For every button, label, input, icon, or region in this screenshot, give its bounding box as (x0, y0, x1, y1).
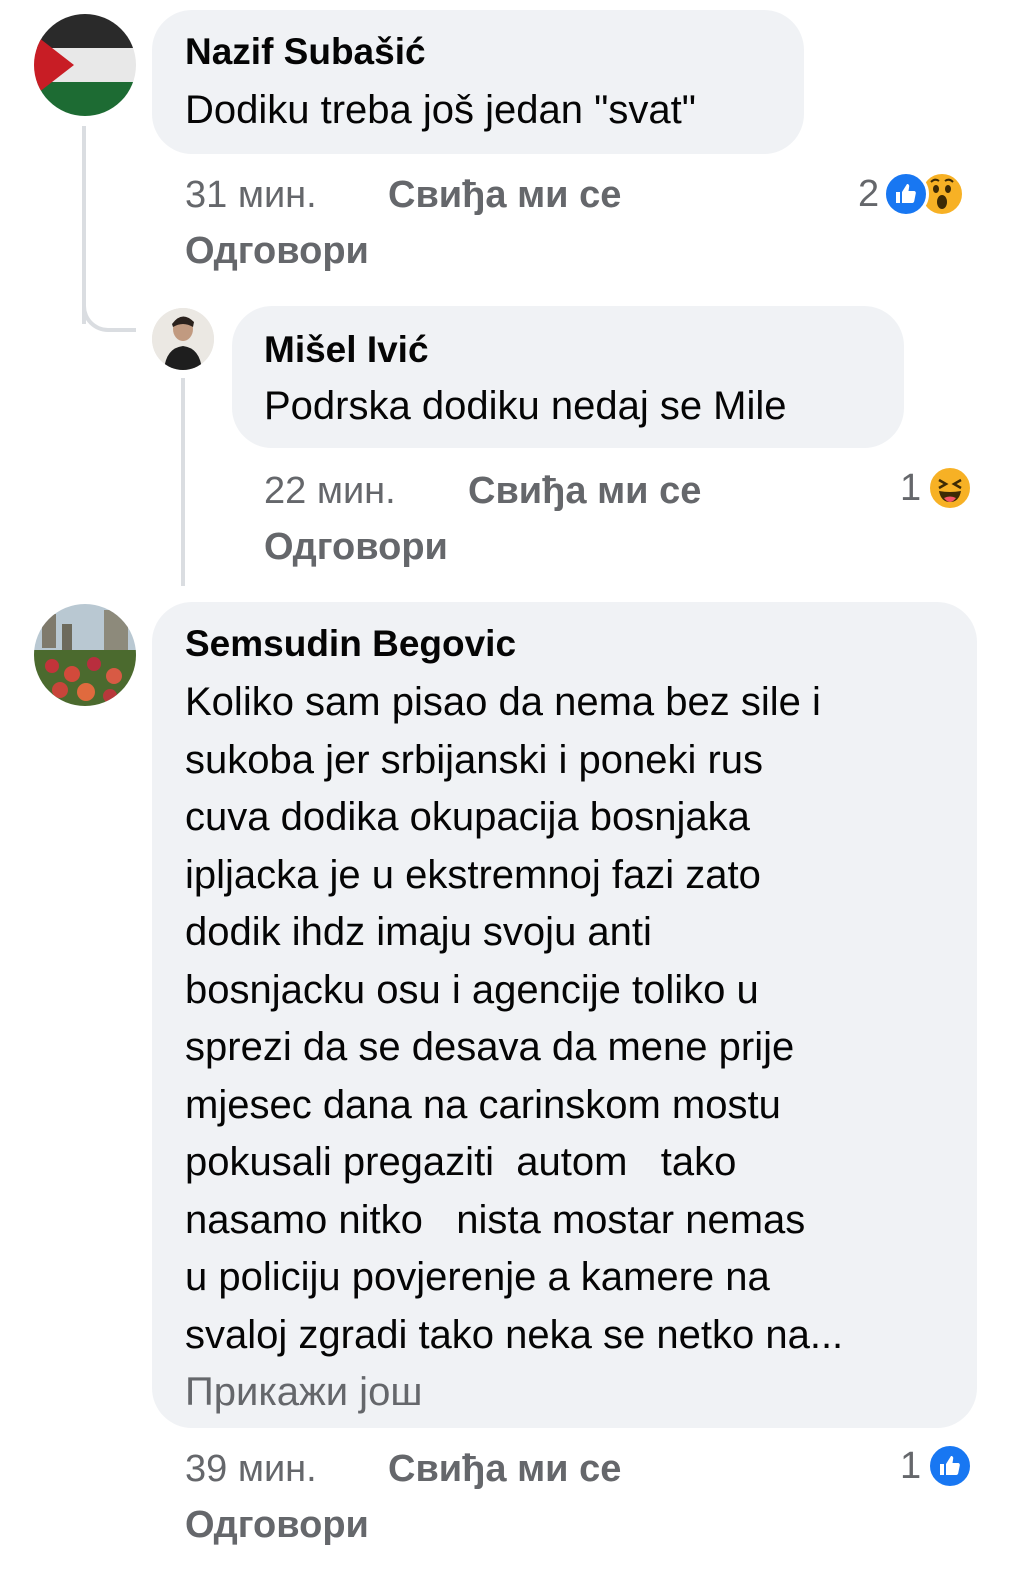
haha-icon (927, 465, 974, 511)
comment-author[interactable]: Semsudin Begovic (185, 622, 516, 666)
avatar[interactable] (152, 308, 214, 370)
avatar[interactable] (34, 604, 136, 706)
see-more-link[interactable]: Прикажи још (185, 1364, 843, 1422)
comment-text-line: u policiju povjerenje a kamere na (185, 1255, 770, 1299)
like-button[interactable]: Свиђа ми се (468, 468, 701, 514)
comment-text-line: nasamo nitko nista mostar nemas (185, 1197, 806, 1242)
comment-text: Podrska dodiku nedaj se Mile (264, 384, 787, 428)
palestine-flag-avatar (34, 14, 136, 116)
reaction-count: 1 (900, 1445, 922, 1487)
comment-text: Koliko sam pisao da nema bez sile i suko… (185, 674, 843, 1422)
comment-time[interactable]: 31 мин. (185, 172, 317, 218)
reply-button[interactable]: Одговори (264, 524, 448, 570)
comment-text-line: cuva dodika okupacija bosnjaka (185, 795, 750, 839)
like-button[interactable]: Свиђа ми се (388, 172, 621, 218)
thread-line-reply (181, 378, 185, 586)
reaction-count: 1 (900, 467, 922, 509)
comment-text-line: sukoba jer srbijanski i poneki rus (185, 737, 764, 782)
reply-button[interactable]: Одговори (185, 228, 369, 274)
like-icon (927, 1443, 974, 1489)
comment-author[interactable]: Nazif Subašić (185, 30, 426, 74)
thread-line-curve (82, 292, 136, 332)
comment-text-line: Koliko sam pisao da nema bez sile i (185, 680, 821, 724)
person-avatar (152, 308, 214, 370)
comment-text: Dodiku treba još jedan "svat" (185, 88, 696, 132)
comment-author[interactable]: Mišel Ivić (264, 328, 429, 372)
avatar[interactable] (34, 14, 136, 116)
comment-text-line: mjesec dana na carinskom mostu (185, 1082, 781, 1127)
reaction-summary[interactable]: 2 (858, 170, 966, 218)
comment-text-line: dodik ihdz imaju svoju anti (185, 910, 652, 954)
reaction-summary[interactable]: 1 (900, 1442, 974, 1490)
comment-bubble: Mišel Ivić Podrska dodiku nedaj se Mile (232, 306, 904, 448)
comment-bubble: Semsudin Begovic Koliko sam pisao da nem… (152, 602, 977, 1428)
reaction-summary[interactable]: 1 (900, 464, 974, 512)
comment-bubble: Nazif Subašić Dodiku treba još jedan "sv… (152, 10, 804, 154)
comment-text-line: pokusali pregaziti autom tako (185, 1140, 737, 1184)
comment-text-line: bosnjacku osu i agencije toliko u (185, 967, 759, 1012)
reply-button[interactable]: Одговори (185, 1502, 369, 1548)
like-icon (883, 171, 930, 217)
garden-avatar (34, 604, 136, 706)
reaction-count: 2 (858, 173, 880, 215)
comment-time[interactable]: 39 мин. (185, 1446, 317, 1492)
comment-text-line: ipljacka je u ekstremnoj fazi zato (185, 852, 761, 897)
comment-time[interactable]: 22 мин. (264, 468, 396, 514)
like-button[interactable]: Свиђа ми се (388, 1446, 621, 1492)
comment-text-line: svaloj zgradi tako neka se netko na... (185, 1312, 844, 1357)
comment-text-line: sprezi da se desava da mene prije (185, 1025, 795, 1069)
